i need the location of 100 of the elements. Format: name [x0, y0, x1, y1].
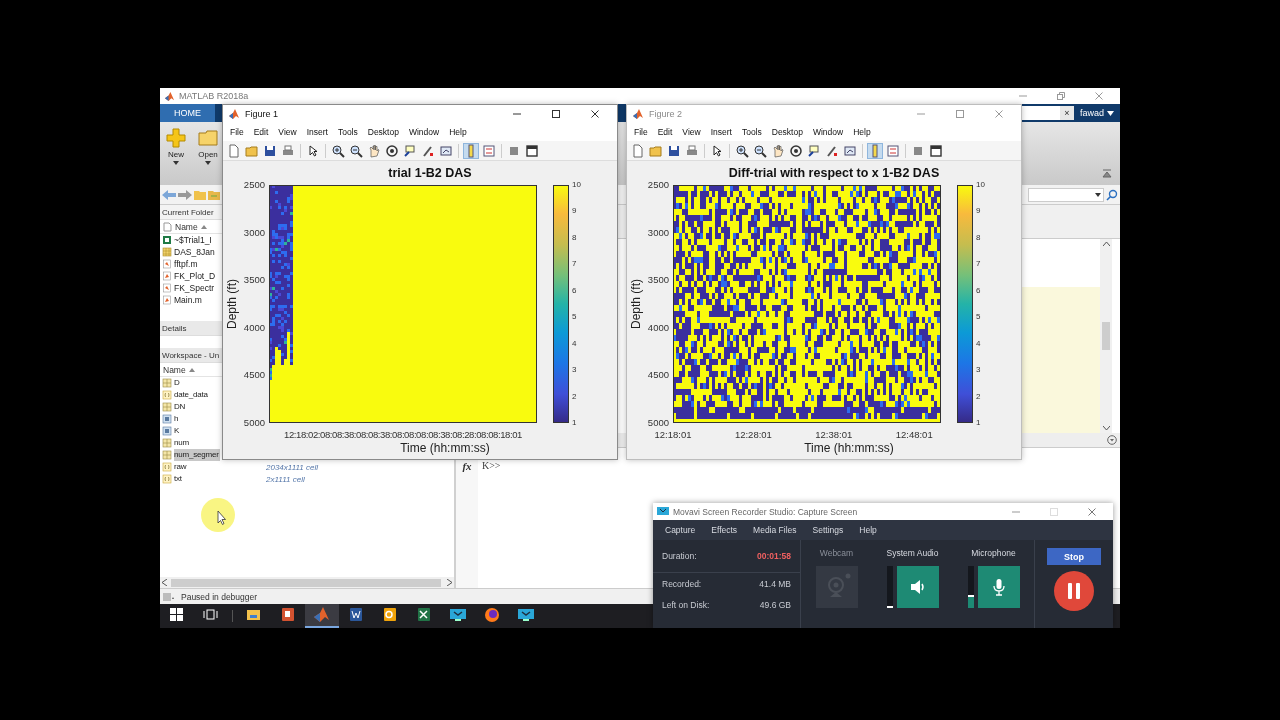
menu-item[interactable]: Settings	[804, 525, 852, 535]
menu-item[interactable]: Capture	[657, 525, 704, 535]
maximize-icon[interactable]	[551, 109, 561, 119]
print-icon[interactable]	[685, 143, 699, 158]
data-file-icon	[162, 247, 172, 257]
column-header[interactable]: Name	[175, 221, 198, 232]
menu-item[interactable]: Edit	[652, 125, 678, 139]
pointer-icon[interactable]	[306, 143, 320, 158]
variable-name[interactable]: DN	[174, 401, 220, 413]
menu-item[interactable]: Help	[851, 525, 885, 535]
file-name[interactable]: fftpf.m	[174, 259, 198, 269]
legend-icon[interactable]	[886, 143, 900, 158]
variable-name[interactable]: date_data	[174, 389, 220, 401]
cell-array-icon	[162, 462, 172, 472]
axis-tick-label: 4000	[647, 323, 669, 332]
menu-item[interactable]: Media Files	[745, 525, 805, 535]
source-toggle[interactable]	[977, 566, 1020, 608]
show-plot-tools-icon[interactable]	[929, 143, 943, 158]
forward-icon[interactable]	[178, 189, 192, 200]
scroll-left-icon[interactable]	[162, 579, 167, 586]
file-name[interactable]: FK_Plot_D	[174, 271, 216, 281]
source-toggle[interactable]	[896, 566, 939, 608]
search-field[interactable]	[1021, 106, 1060, 120]
menu-item[interactable]: Edit	[248, 125, 274, 139]
legend-icon[interactable]	[482, 143, 496, 158]
save-icon[interactable]	[263, 143, 277, 158]
pause-button[interactable]	[1054, 571, 1094, 611]
menu-item[interactable]: File	[225, 125, 249, 139]
variable-name[interactable]: K	[174, 425, 220, 437]
menu-item[interactable]: Insert	[705, 125, 737, 139]
menu-item[interactable]: View	[677, 125, 706, 139]
colorbar-tick-label: 9	[572, 207, 578, 216]
stat-label: Recorded:	[662, 579, 702, 589]
scroll-down-icon[interactable]	[1102, 426, 1110, 431]
show-plot-tools-icon[interactable]	[525, 143, 539, 158]
data-cursor-icon[interactable]	[403, 143, 417, 158]
recorder-logo-icon	[657, 506, 669, 517]
pointer-icon[interactable]	[710, 143, 724, 158]
close-icon[interactable]	[590, 109, 600, 119]
toolstrip-button[interactable]: Open	[196, 126, 220, 167]
expand-icon[interactable]	[1107, 435, 1117, 445]
zoom-in-icon[interactable]	[735, 143, 749, 158]
new-file-icon[interactable]	[631, 143, 645, 158]
scroll-right-icon[interactable]	[447, 579, 452, 586]
menu-item[interactable]: Desktop	[362, 125, 404, 139]
source-toggle[interactable]	[815, 566, 858, 608]
ribbon-tab[interactable]: HOME	[160, 104, 215, 122]
variable-name[interactable]: num	[174, 437, 220, 449]
matlab-logo-icon	[632, 108, 644, 120]
column-header[interactable]: Name	[163, 364, 186, 375]
function-browser-icon[interactable]: fx	[462, 460, 472, 473]
search-icon[interactable]	[1106, 188, 1118, 201]
variable-value: 2034x1111 cell	[266, 462, 320, 472]
linked-plot-icon[interactable]	[843, 143, 857, 158]
scroll-thumb[interactable]	[1102, 322, 1110, 350]
stat-label: Duration:	[662, 551, 697, 561]
zoom-out-icon[interactable]	[349, 143, 363, 158]
menu-item[interactable]: Effects	[703, 525, 746, 535]
menu-item[interactable]: Desktop	[766, 125, 808, 139]
vertical-scrollbar[interactable]	[1100, 239, 1112, 433]
file-name[interactable]: DAS_8Jan	[174, 247, 215, 257]
file-name[interactable]: ~$Trial1_I	[174, 235, 212, 245]
zoom-in-icon[interactable]	[331, 143, 345, 158]
zoom-out-icon[interactable]	[753, 143, 767, 158]
hand-icon[interactable]	[771, 143, 785, 158]
user-menu[interactable]: fawad	[1073, 104, 1120, 122]
linked-plot-icon[interactable]	[439, 143, 453, 158]
collapse-icon[interactable]	[1102, 169, 1112, 179]
address-field[interactable]	[1028, 187, 1104, 202]
variable-name[interactable]: num_segmer	[174, 449, 220, 461]
menu-item[interactable]: Tools	[332, 125, 363, 139]
menu-item[interactable]: View	[273, 125, 302, 139]
file-name[interactable]: Main.m	[174, 295, 202, 305]
toolstrip-button[interactable]: New	[164, 126, 188, 167]
document-app-icon	[347, 606, 365, 624]
save-icon[interactable]	[667, 143, 681, 158]
file-name[interactable]: FK_Spectr	[174, 283, 215, 293]
rotate-icon[interactable]	[789, 143, 803, 158]
menu-item[interactable]: Window	[403, 125, 445, 139]
variable-name[interactable]: h	[174, 413, 220, 425]
restore-icon[interactable]	[1056, 91, 1066, 101]
horizontal-scrollbar[interactable]	[160, 577, 454, 588]
variable-name[interactable]: raw	[174, 461, 220, 473]
menu-item[interactable]: Help	[848, 125, 876, 139]
scroll-up-icon[interactable]	[1102, 241, 1110, 246]
menu-item[interactable]: File	[629, 125, 653, 139]
data-cursor-icon[interactable]	[807, 143, 821, 158]
rotate-icon[interactable]	[385, 143, 399, 158]
variable-name[interactable]: txt	[174, 473, 220, 485]
stop-button[interactable]: Stop	[1047, 548, 1101, 565]
menu-item[interactable]: Tools	[736, 125, 767, 139]
menu-item[interactable]: Insert	[301, 125, 333, 139]
matrix-icon	[162, 378, 172, 388]
new-file-icon[interactable]	[227, 143, 241, 158]
menu-item[interactable]: Window	[807, 125, 849, 139]
variable-name[interactable]: D	[174, 377, 220, 389]
axis-tick-label: 5000	[243, 418, 265, 427]
print-icon[interactable]	[281, 143, 295, 158]
hand-icon[interactable]	[367, 143, 381, 158]
menu-item[interactable]: Help	[444, 125, 472, 139]
